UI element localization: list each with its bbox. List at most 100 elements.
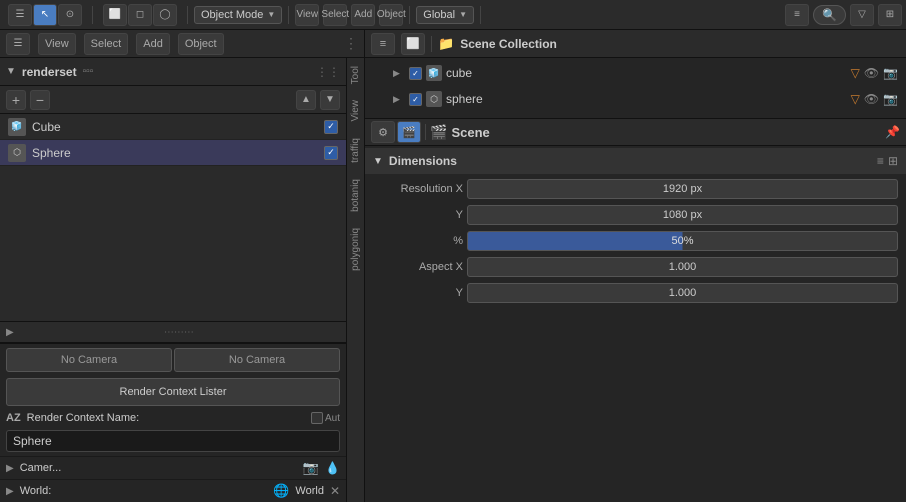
percent-label: % — [373, 235, 463, 247]
aspect-x-label: Aspect X — [373, 261, 463, 273]
toolbar-select-btn[interactable]: ↖ — [33, 4, 57, 26]
dim-list-btn[interactable]: ≡ — [877, 154, 884, 168]
coll-sphere-cam[interactable]: 📷 — [883, 92, 898, 106]
render-btn-label: Render Context Lister — [120, 386, 227, 398]
view-menu-btn[interactable]: View — [295, 4, 319, 26]
coll-cube-name: cube — [446, 66, 847, 80]
timeline-dots: ⋯⋯⋯ — [164, 327, 194, 338]
toolbar-sep3 — [288, 6, 289, 24]
aspect-x-text: 1.000 — [669, 261, 697, 273]
left-add-btn[interactable]: Add — [136, 33, 170, 55]
dimensions-header[interactable]: ▼ Dimensions ≡ ⊞ — [365, 148, 906, 174]
dim-expand-arrow: ▼ — [373, 156, 383, 167]
list-item[interactable]: 🧊 Cube — [0, 114, 346, 140]
world-row: ▶ World: 🌐 World ✕ — [0, 479, 346, 502]
aspect-x-value[interactable]: 1.000 — [467, 257, 898, 277]
res-y-value[interactable]: 1080 px — [467, 205, 898, 225]
outliner-type-btn[interactable]: ≡ — [371, 33, 395, 55]
props-mode-btn[interactable]: ⚙ — [371, 121, 395, 143]
dim-header-right: ≡ ⊞ — [877, 154, 898, 168]
res-x-value[interactable]: 1920 px — [467, 179, 898, 199]
object-mode-dropdown[interactable]: Object Mode ▼ — [194, 6, 282, 24]
camera-row: No Camera No Camera — [0, 344, 346, 376]
move-up-btn[interactable]: ▲ — [296, 90, 316, 110]
object-label: Object — [377, 9, 406, 20]
dim-title: Dimensions — [389, 154, 457, 168]
coll-cube-eye[interactable]: 👁 — [864, 66, 879, 80]
auto-check[interactable] — [311, 412, 323, 424]
coll-sphere-check[interactable]: ✓ — [409, 93, 422, 106]
left-view-btn[interactable]: View — [38, 33, 76, 55]
outliner-header-btn[interactable]: ≡ — [785, 4, 809, 26]
toolbar-sep5 — [480, 6, 481, 24]
props-pin-btn[interactable]: 📌 — [885, 125, 900, 139]
render-context-lister-btn[interactable]: Render Context Lister — [6, 378, 340, 406]
renderset-more-btn[interactable]: ⋮⋮ — [316, 65, 340, 79]
world-expand-arrow[interactable]: ▶ — [6, 486, 14, 497]
toolbar-circle-btn[interactable]: ◯ — [153, 4, 177, 26]
collection-item-cube[interactable]: ▶ ✓ 🧊 cube ▽ 👁 📷 — [365, 60, 906, 86]
coll-cube-arrow[interactable]: ▶ — [393, 68, 405, 79]
left-content-wrapper: ▼ renderset ▫▫▫ ⋮⋮ + − ▲ ▼ 🧊 — [0, 58, 364, 502]
context-name-input[interactable] — [6, 430, 340, 452]
cube-checkbox[interactable] — [324, 120, 338, 134]
remove-item-btn[interactable]: − — [30, 90, 50, 110]
collection-list: ▶ ✓ 🧊 cube ▽ 👁 📷 ▶ ✓ ⬡ sphere — [365, 58, 906, 114]
tab-view[interactable]: View — [348, 92, 363, 130]
outliner-view2-btn[interactable]: ⬜ — [401, 33, 425, 55]
camera-btn-2[interactable]: No Camera — [174, 348, 340, 372]
toolbar-cursor-btn[interactable]: ⊙ — [58, 4, 82, 26]
top-toolbar: ☰ ↖ ⊙ ⬜ ◻ ◯ Object Mode ▼ View Select Ad… — [0, 0, 906, 30]
left-select-btn[interactable]: Select — [84, 33, 129, 55]
toolbar-left-group: ☰ ↖ ⊙ — [4, 4, 86, 26]
select-menu-btn[interactable]: Select — [323, 4, 347, 26]
tab-traffiq[interactable]: traffiq — [348, 130, 363, 171]
renderset-expand-arrow[interactable]: ▼ — [6, 66, 16, 77]
scene-collection-title: Scene Collection — [460, 37, 557, 51]
settings-btn[interactable]: ⊞ — [878, 4, 902, 26]
left-header-more[interactable]: ⋮ — [344, 35, 358, 52]
toolbar-lasso-btn[interactable]: ◻ — [128, 4, 152, 26]
scene-title: Scene — [451, 125, 489, 140]
no-camera-label-2: No Camera — [229, 354, 285, 366]
sphere-icon: ⬡ — [8, 144, 26, 162]
play-btn[interactable]: ▶ — [6, 327, 14, 338]
toolbar-box-btn[interactable]: ⬜ — [103, 4, 127, 26]
coll-cube-check[interactable]: ✓ — [409, 67, 422, 80]
tab-tool[interactable]: Tool — [348, 58, 363, 92]
list-item[interactable]: ⬡ Sphere — [0, 140, 346, 166]
coll-cube-cam[interactable]: 📷 — [883, 66, 898, 80]
dim-grid-btn[interactable]: ⊞ — [888, 154, 898, 168]
coll-sphere-arrow[interactable]: ▶ — [393, 94, 405, 105]
list-toolbar: + − ▲ ▼ — [0, 86, 346, 114]
object-menu-btn[interactable]: Object — [379, 4, 403, 26]
sphere-checkbox[interactable] — [324, 146, 338, 160]
toolbar-sep1 — [92, 6, 93, 24]
tab-polygoniq[interactable]: polygoniq — [348, 220, 363, 279]
search-box[interactable]: 🔍 — [813, 5, 846, 25]
left-object-btn[interactable]: Object — [178, 33, 224, 55]
world-clear-btn[interactable]: ✕ — [330, 484, 340, 498]
toolbar-menu-btn[interactable]: ☰ — [8, 4, 32, 26]
coll-cube-icon: 🧊 — [426, 65, 442, 81]
outliner-content: ▶ ✓ 🧊 cube ▽ 👁 📷 ▶ ✓ ⬡ sphere — [365, 58, 906, 502]
collection-item-sphere[interactable]: ▶ ✓ ⬡ sphere ▽ 👁 📷 — [365, 86, 906, 112]
percent-value[interactable]: 50% — [467, 231, 898, 251]
camera-btn-1[interactable]: No Camera — [6, 348, 172, 372]
props-scene-btn[interactable]: 🎬 — [397, 121, 421, 143]
left-header-menu-btn[interactable]: ☰ — [6, 33, 30, 55]
tab-botaniq[interactable]: botaniq — [348, 171, 363, 220]
add-menu-btn[interactable]: Add — [351, 4, 375, 26]
global-dropdown[interactable]: Global ▼ — [416, 6, 474, 24]
coll-sphere-eye[interactable]: 👁 — [864, 92, 879, 106]
no-camera-label-1: No Camera — [61, 354, 117, 366]
left-panel-header: ☰ View Select Add Object ⋮ — [0, 30, 364, 58]
add-item-btn[interactable]: + — [6, 90, 26, 110]
camera-expand-arrow[interactable]: ▶ — [6, 463, 14, 474]
camera-field-label: Camer... — [20, 462, 297, 474]
dim-row-aspect-y: Y 1.000 — [365, 280, 906, 306]
aspect-y-value[interactable]: 1.000 — [467, 283, 898, 303]
move-down-btn[interactable]: ▼ — [320, 90, 340, 110]
filter-btn[interactable]: ▽ — [850, 4, 874, 26]
eyedrop-icon[interactable]: 💧 — [325, 461, 340, 475]
